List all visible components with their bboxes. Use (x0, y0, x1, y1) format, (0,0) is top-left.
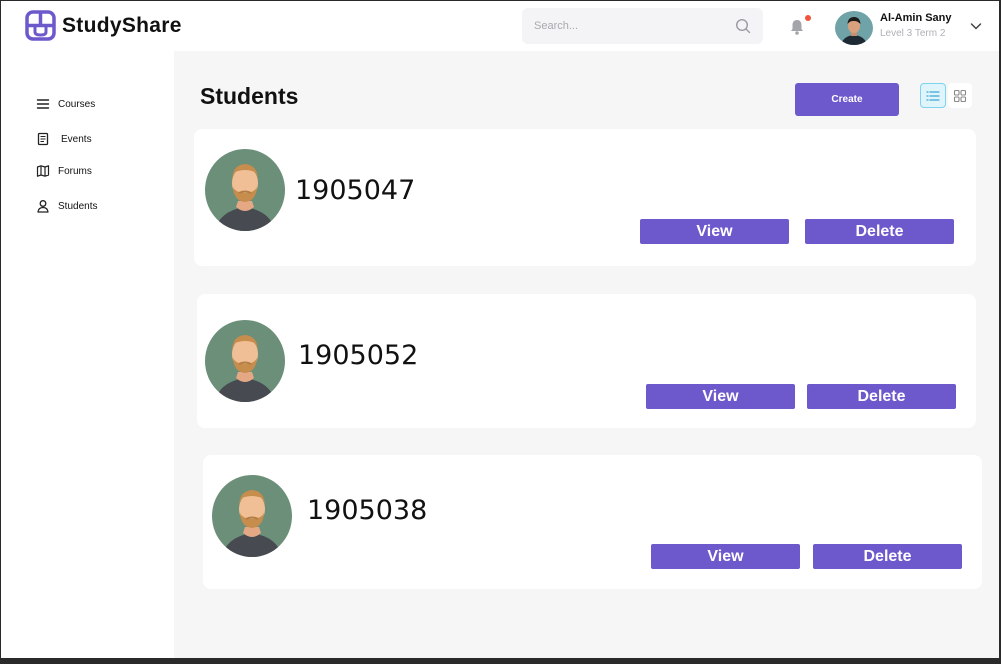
sidebar-item-label: Students (58, 200, 98, 212)
delete-button[interactable]: Delete (807, 384, 956, 409)
student-avatar (205, 149, 285, 231)
main-content: Students Create 1905047 View Delete 1905… (174, 51, 999, 658)
grid-view-icon (953, 89, 967, 102)
delete-button[interactable]: Delete (805, 219, 954, 244)
student-id: 1905038 (307, 495, 428, 526)
user-name: Al-Amin Sany (880, 12, 952, 24)
notification-dot (805, 15, 811, 21)
create-button[interactable]: Create (795, 83, 899, 116)
student-id: 1905052 (298, 340, 419, 371)
top-bar: StudyShare Al-Amin Sany Level 3 Term 2 (1, 1, 999, 51)
document-icon (37, 132, 49, 146)
sidebar-item-label: Events (61, 133, 92, 145)
user-icon (37, 200, 49, 213)
sidebar-item-events[interactable]: Events (25, 127, 165, 151)
map-icon (36, 165, 50, 177)
notification-bell-icon[interactable] (789, 18, 805, 36)
chevron-down-icon[interactable] (969, 19, 983, 33)
app-name: StudyShare (62, 14, 182, 37)
sidebar-item-forums[interactable]: Forums (25, 159, 165, 183)
sidebar-item-students[interactable]: Students (25, 194, 165, 218)
search-box (522, 8, 763, 44)
studyshare-logo-icon (25, 10, 56, 41)
student-id: 1905047 (295, 175, 416, 206)
menu-icon (36, 99, 50, 109)
view-button[interactable]: View (651, 544, 800, 569)
view-button[interactable]: View (640, 219, 789, 244)
student-card: 1905038 View Delete (203, 455, 982, 589)
list-view-icon (926, 90, 940, 101)
list-view-toggle[interactable] (920, 83, 946, 108)
student-card: 1905047 View Delete (194, 129, 976, 266)
student-avatar (212, 475, 292, 557)
delete-button[interactable]: Delete (813, 544, 962, 569)
sidebar-item-label: Courses (58, 98, 96, 110)
student-card: 1905052 View Delete (197, 294, 976, 428)
page-title: Students (200, 83, 299, 109)
sidebar: Courses Events Forums Students (1, 51, 174, 658)
sidebar-item-label: Forums (58, 165, 92, 177)
sidebar-item-courses[interactable]: Courses (25, 92, 165, 116)
search-input[interactable] (534, 16, 724, 36)
app-window: StudyShare Al-Amin Sany Level 3 Term 2 (1, 1, 999, 658)
user-level: Level 3 Term 2 (880, 28, 946, 39)
search-icon[interactable] (735, 18, 751, 34)
view-button[interactable]: View (646, 384, 795, 409)
user-avatar[interactable] (835, 11, 873, 45)
grid-view-toggle[interactable] (948, 83, 972, 108)
student-avatar (205, 320, 285, 402)
